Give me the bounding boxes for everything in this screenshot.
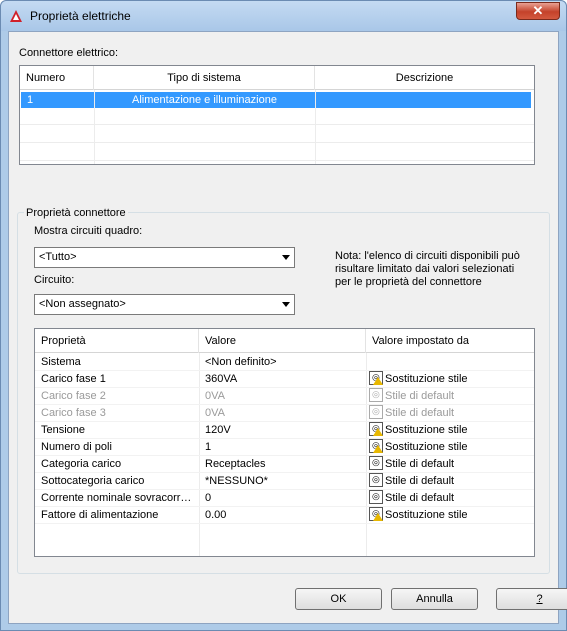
value-source: ◎ Sostituzione stile: [369, 507, 534, 524]
value-source: ◎ Sostituzione stile: [369, 422, 534, 439]
connector-table-header: Numero Tipo di sistema Descrizione: [20, 66, 534, 90]
row-divider: [20, 142, 534, 143]
table-row[interactable]: Corrente nominale sovracorr… 0 ◎ Stile di d…: [35, 490, 534, 507]
property-name: Numero di poli: [41, 441, 112, 453]
circuito-label: Circuito:: [34, 274, 75, 286]
column-header-valore-impostato[interactable]: Valore impostato da: [366, 329, 534, 353]
property-name: Carico fase 3: [41, 407, 106, 419]
window-title: Proprietà elettriche: [30, 9, 131, 23]
cell-descrizione: [315, 92, 531, 108]
value-source: ◎ Stile di default: [369, 490, 534, 507]
table-row[interactable]: Tensione 120V ◎ Sostituzione stile: [35, 422, 534, 439]
column-divider: [94, 90, 95, 164]
style-override-icon: ◎: [369, 439, 383, 453]
chevron-down-icon: [282, 302, 290, 307]
table-row[interactable]: Numero di poli 1 ◎ Sostituzione stile: [35, 439, 534, 456]
property-name: Carico fase 1: [41, 373, 106, 385]
table-row[interactable]: Sistema <Non definito>: [35, 354, 534, 371]
value-source: ◎ Sostituzione stile: [369, 439, 534, 456]
circuito-value: <Non assegnato>: [39, 298, 126, 310]
value-source: ◎ Stile di default: [369, 388, 534, 405]
table-row[interactable]: Sottocategoria carico *NESSUNO* ◎ Stile di …: [35, 473, 534, 490]
value-source: ◎ Stile di default: [369, 473, 534, 490]
property-name: Fattore di alimentazione: [41, 509, 159, 521]
value-source-label: Stile di default: [385, 492, 455, 504]
property-value[interactable]: 0VA: [205, 405, 365, 422]
cell-tipo: Alimentazione e illuminazione: [132, 94, 277, 106]
value-source-label: Sostituzione stile: [385, 509, 468, 521]
table-row[interactable]: Carico fase 2 0VA ◎ Stile di default: [35, 388, 534, 405]
property-name: Categoria carico: [41, 458, 122, 470]
mostra-circuiti-dropdown[interactable]: <Tutto>: [34, 247, 295, 268]
table-row[interactable]: 1 Alimentazione e illuminazione: [21, 92, 531, 108]
property-name: Sottocategoria carico: [41, 475, 145, 487]
help-button[interactable]: ?: [496, 588, 567, 610]
property-value[interactable]: Receptacles: [205, 456, 365, 473]
style-default-icon: ◎: [369, 456, 383, 470]
property-name: Corrente nominale sovracorr…: [41, 492, 192, 504]
autocad-logo-icon: [10, 10, 22, 22]
style-override-icon: ◎: [369, 371, 383, 385]
property-value[interactable]: *NESSUNO*: [205, 473, 365, 490]
value-source-label: Sostituzione stile: [385, 373, 468, 385]
property-name: Sistema: [41, 356, 81, 368]
property-value[interactable]: 120V: [205, 422, 365, 439]
value-source: ◎ Stile di default: [369, 405, 534, 422]
property-value[interactable]: 0: [205, 490, 365, 507]
property-value[interactable]: 360VA: [205, 371, 365, 388]
connector-label: Connettore elettrico:: [19, 47, 119, 59]
dialog-window: Proprietà elettriche ✕ Connettore elettr…: [0, 0, 567, 631]
style-default-icon: ◎: [369, 388, 383, 402]
property-value[interactable]: <Non definito>: [205, 354, 365, 371]
value-source-label: Stile di default: [385, 475, 455, 487]
column-divider: [315, 90, 316, 164]
properties-table[interactable]: Proprietà Valore Valore impostato da Sis…: [34, 328, 535, 557]
cell-numero: 1: [27, 94, 34, 106]
table-row[interactable]: Fattore di alimentazione 0.00 ◎ Sostituzion…: [35, 507, 534, 524]
column-header-proprieta[interactable]: Proprietà: [35, 329, 199, 353]
table-row[interactable]: Carico fase 3 0VA ◎ Stile di default: [35, 405, 534, 422]
dialog-client-area: Connettore elettrico: Numero Tipo di sis…: [8, 31, 567, 624]
column-header-numero[interactable]: Numero: [20, 66, 94, 90]
style-default-icon: ◎: [369, 490, 383, 504]
cancel-button[interactable]: Annulla: [391, 588, 478, 610]
table-row[interactable]: Carico fase 1 360VA ◎ Sostituzione stile: [35, 371, 534, 388]
row-divider: [20, 160, 534, 161]
row-divider: [20, 124, 534, 125]
mostra-circuiti-label: Mostra circuiti quadro:: [34, 225, 143, 237]
value-source-label: Stile di default: [385, 407, 455, 419]
property-name: Carico fase 2: [41, 390, 106, 402]
style-default-icon: ◎: [369, 473, 383, 487]
property-value[interactable]: 0.00: [205, 507, 365, 524]
value-source: [369, 354, 534, 371]
style-override-icon: ◎: [369, 422, 383, 436]
title-bar[interactable]: Proprietà elettriche ✕: [1, 1, 566, 31]
value-source-label: Stile di default: [385, 390, 455, 402]
value-source-label: Sostituzione stile: [385, 441, 468, 453]
ok-button[interactable]: OK: [295, 588, 382, 610]
mostra-circuiti-value: <Tutto>: [39, 251, 77, 263]
style-override-icon: ◎: [369, 507, 383, 521]
circuito-dropdown[interactable]: <Non assegnato>: [34, 294, 295, 315]
table-row[interactable]: Categoria carico Receptacles ◎ Stile di def…: [35, 456, 534, 473]
group-title: Proprietà connettore: [24, 207, 128, 219]
style-default-icon: ◎: [369, 405, 383, 419]
connector-table[interactable]: Numero Tipo di sistema Descrizione 1 Ali…: [19, 65, 535, 165]
help-label: ?: [536, 593, 543, 605]
close-button[interactable]: ✕: [516, 2, 560, 20]
value-source-label: Stile di default: [385, 458, 455, 470]
value-source: ◎ Stile di default: [369, 456, 534, 473]
property-name: Tensione: [41, 424, 86, 436]
row-divider: [35, 523, 534, 524]
chevron-down-icon: [282, 255, 290, 260]
property-value[interactable]: 1: [205, 439, 365, 456]
property-value[interactable]: 0VA: [205, 388, 365, 405]
value-source-label: Sostituzione stile: [385, 424, 468, 436]
column-header-valore[interactable]: Valore: [199, 329, 366, 353]
value-source: ◎ Sostituzione stile: [369, 371, 534, 388]
note-text: Nota: l'elenco di circuiti disponibili p…: [335, 250, 520, 288]
properties-table-header: Proprietà Valore Valore impostato da: [35, 329, 534, 353]
column-header-descrizione[interactable]: Descrizione: [315, 66, 534, 90]
column-header-tipo[interactable]: Tipo di sistema: [94, 66, 315, 90]
